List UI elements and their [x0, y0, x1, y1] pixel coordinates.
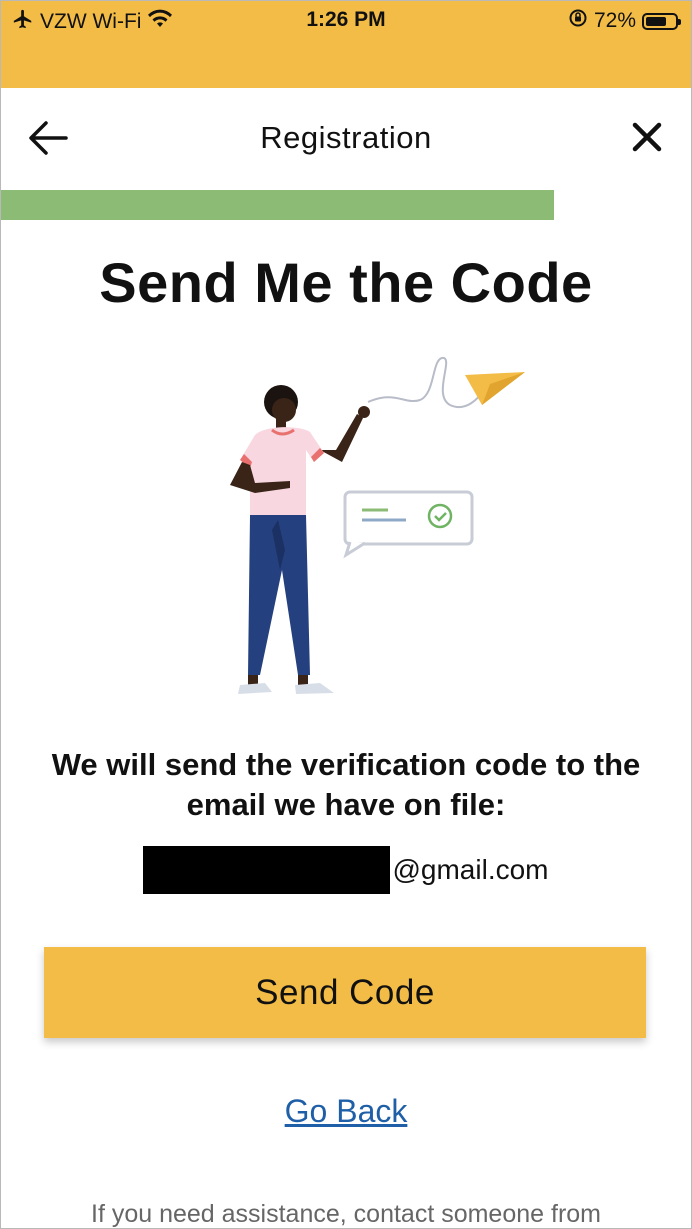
- email-domain: @gmail.com: [392, 854, 549, 885]
- status-right: 72%: [568, 8, 681, 34]
- progress-bar: [0, 190, 554, 220]
- close-button[interactable]: [622, 114, 672, 164]
- page-title: Send Me the Code: [99, 251, 593, 314]
- orientation-lock-icon: [568, 8, 588, 34]
- battery-percent: 72%: [593, 9, 636, 32]
- chat-bubble-icon: [343, 490, 474, 559]
- send-code-button[interactable]: Send Code: [44, 947, 646, 1038]
- illustration-person-sending-paper-plane: [210, 350, 540, 720]
- page-header-title: Registration: [260, 120, 432, 155]
- redacted-email-user: [143, 846, 391, 894]
- nav-bar: Registration: [0, 88, 692, 188]
- verification-message: We will send the verification code to th…: [51, 747, 641, 822]
- assistance-text: If you need assistance, contact someone …: [91, 1200, 601, 1228]
- battery-icon: [642, 12, 681, 30]
- close-icon: [631, 121, 663, 158]
- go-back-link[interactable]: Go Back: [0, 1093, 692, 1130]
- email-row: @gmail.com: [0, 846, 692, 894]
- status-bar: VZW Wi-Fi 1:26 PM 72%: [0, 0, 692, 88]
